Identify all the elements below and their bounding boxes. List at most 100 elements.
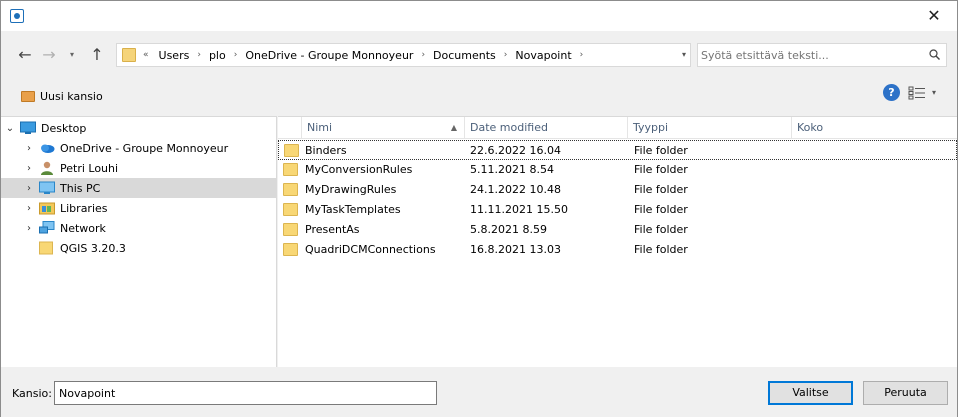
view-options-icon[interactable]: [908, 86, 926, 100]
search-input[interactable]: [701, 46, 916, 64]
file-type: File folder: [634, 223, 688, 236]
tree-item-user[interactable]: › Petri Louhi: [1, 158, 276, 178]
breadcrumb: « Users › plo › OneDrive - Groupe Monnoy…: [143, 44, 591, 66]
arrow-left-icon: ←: [18, 45, 32, 64]
chevron-right-icon[interactable]: ›: [580, 50, 584, 60]
folder-picker-dialog: ✕ ← → ▾ ↑ « Users › plo › OneDrive - Gro…: [0, 0, 958, 417]
tree-item-label: This PC: [60, 181, 101, 195]
chevron-down-icon: ▾: [69, 50, 74, 59]
tree-item-network[interactable]: › Network: [1, 218, 276, 238]
column-header-row: Nimi ▲ Date modified Tyyppi Koko: [278, 117, 957, 139]
column-name-label: Nimi: [307, 121, 333, 134]
search-box[interactable]: [697, 43, 947, 67]
file-name: MyConversionRules: [305, 163, 413, 176]
view-dropdown-icon[interactable]: ▾: [932, 86, 936, 100]
cancel-button[interactable]: Peruuta: [863, 381, 948, 405]
file-date: 5.8.2021 8.59: [470, 223, 547, 236]
up-button[interactable]: ↑: [87, 43, 107, 67]
onedrive-icon: [41, 144, 55, 153]
chevron-right-icon[interactable]: ›: [421, 50, 425, 60]
file-type: File folder: [634, 163, 688, 176]
chevron-right-icon[interactable]: ›: [24, 163, 34, 174]
navigation-bar: ← → ▾ ↑ « Users › plo › OneDrive - Group…: [1, 31, 957, 81]
command-bar: Uusi kansio ? ▾: [1, 81, 957, 115]
tree-item-this-pc[interactable]: › This PC: [1, 178, 276, 198]
breadcrumb-users[interactable]: Users: [159, 49, 190, 62]
select-button[interactable]: Valitse: [768, 381, 853, 405]
search-icon[interactable]: [929, 49, 940, 60]
column-header-spacer: [278, 117, 302, 139]
forward-button[interactable]: →: [39, 43, 59, 67]
arrow-right-icon: →: [42, 45, 56, 64]
arrow-up-icon: ↑: [90, 45, 104, 64]
sort-ascending-icon: ▲: [450, 123, 457, 132]
breadcrumb-documents[interactable]: Documents: [433, 49, 496, 62]
breadcrumb-novapoint[interactable]: Novapoint: [515, 49, 571, 62]
file-type: File folder: [634, 203, 688, 216]
address-bar[interactable]: « Users › plo › OneDrive - Groupe Monnoy…: [116, 43, 691, 67]
chevron-right-icon[interactable]: ›: [197, 50, 201, 60]
file-date: 24.1.2022 10.48: [470, 183, 561, 196]
file-date: 22.6.2022 16.04: [470, 144, 561, 157]
table-row[interactable]: QuadriDCMConnections 16.8.2021 13.03 Fil…: [278, 240, 957, 260]
new-folder-icon: [21, 90, 35, 102]
chevron-down-icon[interactable]: ⌄: [5, 123, 15, 134]
back-button[interactable]: ←: [15, 43, 35, 67]
table-row[interactable]: MyTaskTemplates 11.11.2021 15.50 File fo…: [278, 200, 957, 220]
address-dropdown-icon[interactable]: ▾: [682, 44, 686, 66]
table-row[interactable]: MyDrawingRules 24.1.2022 10.48 File fold…: [278, 180, 957, 200]
column-header-type[interactable]: Tyyppi: [628, 117, 792, 139]
file-name: MyTaskTemplates: [305, 203, 401, 216]
navigation-pane: ⌄ Desktop › OneDrive - Groupe Monnoyeur …: [1, 116, 277, 367]
network-icon: [39, 221, 55, 234]
chevron-right-icon[interactable]: ›: [24, 183, 34, 194]
tree-item-onedrive[interactable]: › OneDrive - Groupe Monnoyeur: [1, 138, 276, 158]
close-icon: ✕: [927, 6, 941, 25]
file-list: Nimi ▲ Date modified Tyyppi Koko Binders…: [278, 116, 957, 367]
column-header-size[interactable]: Koko: [792, 117, 957, 139]
column-header-date[interactable]: Date modified: [465, 117, 628, 139]
new-folder-label: Uusi kansio: [40, 89, 103, 103]
table-row[interactable]: MyConversionRules 5.11.2021 8.54 File fo…: [278, 160, 957, 180]
table-row[interactable]: Binders 22.6.2022 16.04 File folder: [278, 140, 957, 160]
column-type-label: Tyyppi: [633, 121, 669, 134]
tree-item-label: QGIS 3.20.3: [60, 241, 126, 255]
tree-item-label: Network: [60, 221, 106, 235]
folder-icon: [283, 203, 298, 216]
file-type: File folder: [634, 243, 688, 256]
file-date: 11.11.2021 15.50: [470, 203, 568, 216]
desktop-icon: [20, 121, 36, 134]
breadcrumb-onedrive[interactable]: OneDrive - Groupe Monnoyeur: [245, 49, 413, 62]
chevron-right-icon[interactable]: ›: [24, 223, 34, 234]
tree-item-label: Petri Louhi: [60, 161, 119, 175]
folder-icon: [283, 223, 298, 236]
close-button[interactable]: ✕: [911, 1, 957, 31]
column-header-name[interactable]: Nimi ▲: [302, 117, 465, 139]
user-icon: [41, 161, 53, 175]
chevron-right-icon[interactable]: ›: [234, 50, 238, 60]
table-row[interactable]: PresentAs 5.8.2021 8.59 File folder: [278, 220, 957, 240]
tree-item-qgis[interactable]: QGIS 3.20.3: [1, 238, 276, 258]
folder-icon: [284, 144, 299, 157]
file-type: File folder: [634, 144, 688, 157]
chevron-right-icon[interactable]: ›: [24, 143, 34, 154]
tree-item-desktop[interactable]: ⌄ Desktop: [1, 118, 276, 138]
file-date: 5.11.2021 8.54: [470, 163, 554, 176]
recent-locations-button[interactable]: ▾: [65, 43, 79, 67]
new-folder-button[interactable]: Uusi kansio: [21, 85, 103, 107]
folder-field-label: Kansio:: [12, 387, 52, 400]
chevron-right-icon[interactable]: ›: [504, 50, 508, 60]
file-name: Binders: [305, 144, 347, 157]
help-icon[interactable]: ?: [883, 84, 900, 101]
breadcrumb-plo[interactable]: plo: [209, 49, 226, 62]
folder-name-input[interactable]: [54, 381, 437, 405]
overflow-chevron-icon[interactable]: «: [143, 50, 149, 60]
folder-icon: [283, 183, 298, 196]
folder-icon: [283, 163, 298, 176]
tree-item-label: Desktop: [41, 121, 87, 135]
tree-item-label: Libraries: [60, 201, 108, 215]
tree-item-libraries[interactable]: › Libraries: [1, 198, 276, 218]
file-date: 16.8.2021 13.03: [470, 243, 561, 256]
app-icon: [10, 9, 24, 23]
chevron-right-icon[interactable]: ›: [24, 203, 34, 214]
